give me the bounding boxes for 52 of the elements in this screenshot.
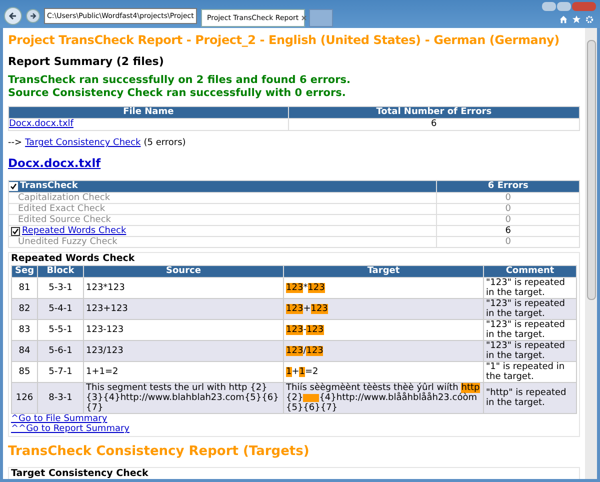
arrow-text: --> — [8, 137, 22, 149]
status-message: TransCheck ran successfully on 2 files and found 6 errors. — [8, 74, 352, 87]
table-cell: 6 — [288, 118, 580, 130]
column-header: Total Number of Errors — [288, 106, 580, 118]
check-label: Edited Exact Check — [18, 204, 106, 214]
table-cell: 126 — [12, 382, 38, 414]
table-cell: 0 — [436, 204, 580, 215]
section-heading: Report Summary (2 files) — [8, 54, 165, 70]
scrollbar-thumb[interactable] — [586, 40, 596, 300]
panel-heading: Target Consistency Check — [11, 468, 150, 479]
back-button[interactable] — [4, 7, 22, 25]
close-tab-icon[interactable] — [300, 15, 307, 21]
table-cell: "http" is repeated in the target. — [484, 382, 576, 414]
report-title: Project TransCheck Report - Project_2 - English (United States) - German (Germany) — [8, 32, 560, 49]
check-group-label: TransCheck — [20, 181, 78, 192]
error-count: (5 errors) — [144, 137, 186, 149]
table-cell: 0 — [436, 236, 580, 248]
nav-link[interactable]: ^^Go to Report Summary — [11, 424, 130, 434]
back-arrow-icon — [8, 11, 18, 21]
column-header: Source — [84, 266, 284, 278]
table-cell: This segment tests the url with http {2}{3}{4}http://www.blahblah23.com{5}{6}{7} — [84, 382, 284, 414]
minimize-button[interactable] — [542, 2, 556, 11]
check-label: Unedited Fuzzy Check — [18, 237, 118, 248]
checkbox[interactable] — [11, 226, 20, 236]
column-header: Block — [38, 266, 84, 278]
column-header: File Name — [8, 106, 288, 118]
check-label: Edited Source Check — [18, 215, 111, 226]
scrollbar[interactable] — [585, 28, 597, 479]
consistency-link[interactable]: Target Consistency Check — [25, 137, 141, 149]
star-icon[interactable] — [572, 15, 581, 24]
settings-icon[interactable] — [585, 15, 594, 24]
nav-link[interactable]: ^Go to File Summary — [11, 414, 108, 424]
file-heading-link[interactable]: Docx.docx.txlf — [8, 155, 101, 172]
table-cell: 0 — [436, 214, 580, 226]
column-header: 6 Errors — [436, 180, 580, 193]
checkbox[interactable] — [9, 182, 18, 192]
report-title: TransCheck Consistency Report (Targets) — [8, 443, 310, 462]
maximize-button[interactable] — [557, 2, 571, 11]
file-link[interactable]: Docx.docx.txlf — [9, 119, 74, 129]
column-header: Comment — [484, 266, 576, 278]
table-cell: 8-3-1 — [38, 382, 84, 414]
table-cell: 6 — [436, 226, 580, 237]
forward-button[interactable] — [26, 9, 40, 23]
home-icon[interactable] — [559, 15, 568, 24]
column-header: Target — [284, 266, 484, 278]
forward-arrow-icon — [29, 12, 37, 20]
table-cell: 0 — [436, 192, 580, 204]
panel-heading: Repeated Words Check — [11, 253, 136, 266]
status-message: Source Consistency Check ran successfully with 0 errors. — [8, 87, 347, 100]
check-label: Capitalization Check — [18, 193, 110, 204]
column-header: Seg — [12, 266, 38, 278]
table-cell: Thiís sèègmèènt tèèsts thèè ýûrl wiíth http {2} {4}http://www.blååhblååh23.cóòm{5}{6}{7} — [284, 382, 484, 414]
